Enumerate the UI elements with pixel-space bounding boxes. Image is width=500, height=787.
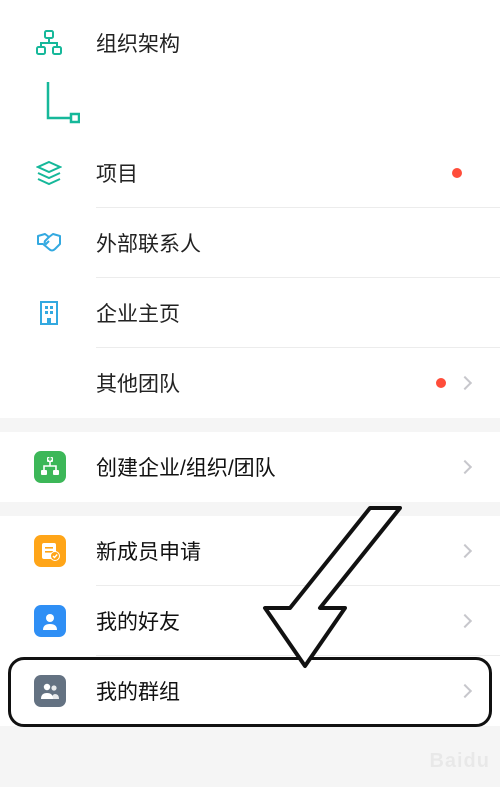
row-company-homepage[interactable]: 企业主页 [0,278,500,348]
row-label: 组织架构 [96,28,470,58]
watermark: Baidu [429,750,490,773]
row-projects[interactable]: 项目 [0,138,500,208]
chevron-right-icon [458,460,472,474]
org-icon [34,28,64,58]
notification-dot [452,168,462,178]
section-create: 创建企业/组织/团队 [0,432,500,502]
row-label: 创建企业/组织/团队 [96,452,454,482]
section-contacts: 新成员申请 我的好友 [0,516,500,726]
row-label: 项目 [96,158,452,188]
row-label: 我的群组 [96,676,454,706]
chevron-right-icon [458,376,472,390]
building-icon [34,298,64,328]
row-external-contacts[interactable]: 外部联系人 [0,208,500,278]
group-icon [34,675,66,707]
handshake-icon [34,228,64,258]
notification-dot [436,378,446,388]
create-org-icon [34,451,66,483]
row-member-request[interactable]: 新成员申请 [0,516,500,586]
row-create-org[interactable]: 创建企业/组织/团队 [0,432,500,502]
friend-icon [34,605,66,637]
chevron-right-icon [458,544,472,558]
chevron-right-icon [458,614,472,628]
row-label: 新成员申请 [96,536,454,566]
chevron-right-icon [458,684,472,698]
row-my-friends[interactable]: 我的好友 [0,586,500,656]
row-label: 企业主页 [96,298,470,328]
row-label: 外部联系人 [96,228,470,258]
row-my-groups[interactable]: 我的群组 [0,656,500,726]
layers-icon [34,158,64,188]
member-request-icon [34,535,66,567]
section-org: 组织架构 项目 [0,0,500,418]
row-org-structure[interactable]: 组织架构 [0,0,500,80]
row-other-teams[interactable]: 其他团队 [0,348,500,418]
row-label: 其他团队 [96,368,436,398]
row-label: 我的好友 [96,606,454,636]
